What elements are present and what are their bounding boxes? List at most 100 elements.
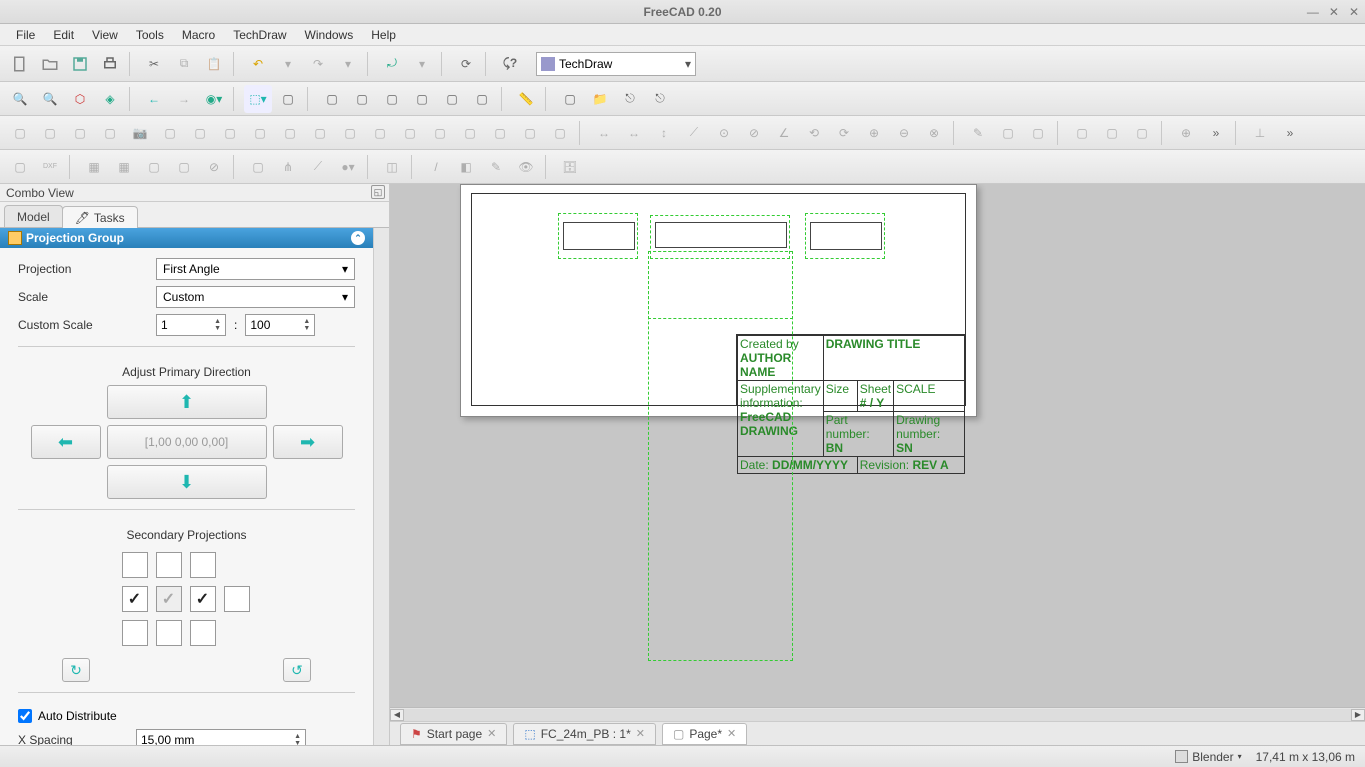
td-11[interactable]: ▢ [306,119,334,147]
custom-scale-num[interactable]: 1▲▼ [156,314,226,336]
td-16[interactable]: ▢ [456,119,484,147]
rotate-cw-button[interactable]: ↻ [62,658,90,682]
minimize-button[interactable]: — [1307,5,1319,19]
projection-select[interactable]: First Angle▾ [156,258,355,280]
tt-9[interactable]: ⋔ [274,153,302,181]
doctab-start[interactable]: ⚑Start page✕ [400,723,507,745]
eye-icon[interactable]: 👁 [512,153,540,181]
menu-edit[interactable]: Edit [45,26,82,44]
td-8[interactable]: ▢ [216,119,244,147]
view3-icon[interactable]: ▢ [378,85,406,113]
drawing-canvas[interactable]: Created byAUTHOR NAMEDRAWING TITLE Suppl… [390,184,1365,707]
dim-7[interactable]: ∠ [770,119,798,147]
proj-tl[interactable] [122,552,148,578]
tt-13[interactable]: / [422,153,450,181]
td-9[interactable]: ▢ [246,119,274,147]
refresh-icon[interactable]: ⤾ [378,50,406,78]
redo-dropdown-icon[interactable]: ▾ [334,50,362,78]
camera-icon[interactable]: 📷 [126,119,154,147]
td-1[interactable]: ▢ [6,119,34,147]
dim-11[interactable]: ⊖ [890,119,918,147]
close-tab-icon[interactable]: ✕ [636,727,645,740]
projection-view-right[interactable] [805,213,885,259]
collapse-icon[interactable]: ⌃ [351,231,365,245]
dir-left-button[interactable]: ⬅ [31,425,101,459]
pencil-icon[interactable]: ✎ [482,153,510,181]
tab-model[interactable]: Model [4,205,63,227]
auto-distribute-checkbox[interactable] [18,709,32,723]
td-6[interactable]: ▢ [156,119,184,147]
tt-dxf[interactable]: DXF [36,153,64,181]
link-nav-icon[interactable]: ◉▾ [200,85,228,113]
tt-5[interactable]: ▢ [140,153,168,181]
tt-1[interactable]: ▢ [6,153,34,181]
menu-windows[interactable]: Windows [297,26,362,44]
pop-out-icon[interactable]: ◱ [371,185,385,199]
td-19[interactable]: ▢ [546,119,574,147]
proj-bl[interactable] [122,620,148,646]
dim-2[interactable]: ↔ [620,119,648,147]
ann-1[interactable]: ✎ [964,119,992,147]
measure-icon[interactable]: 📏 [512,85,540,113]
menu-view[interactable]: View [84,26,126,44]
task-title-bar[interactable]: Projection Group ⌃ [0,228,373,248]
scale-select[interactable]: Custom▾ [156,286,355,308]
td-3[interactable]: ▢ [66,119,94,147]
proj-tr[interactable] [190,552,216,578]
save-icon[interactable] [66,50,94,78]
eraser-icon[interactable]: ◧ [452,153,480,181]
dim-8[interactable]: ⟲ [800,119,828,147]
dim-6[interactable]: ⊘ [740,119,768,147]
proj-bc[interactable] [156,620,182,646]
undo-dropdown-icon[interactable]: ▾ [274,50,302,78]
dir-up-button[interactable]: ⬆ [107,385,267,419]
refresh2-icon[interactable]: ⟳ [452,50,480,78]
workbench-selector[interactable]: TechDraw ▾ [536,52,696,76]
tt-12[interactable]: ◫ [378,153,406,181]
tt-8[interactable]: ▢ [244,153,272,181]
custom-scale-den[interactable]: 100▲▼ [245,314,315,336]
print-icon[interactable] [96,50,124,78]
nav-back-icon[interactable]: ← [140,85,168,113]
isometric-icon[interactable]: ⬚▾ [244,85,272,113]
refresh-dropdown-icon[interactable]: ▾ [408,50,436,78]
ext-1[interactable]: ⊕ [1172,119,1200,147]
bounding-box-icon[interactable]: ◈ [96,85,124,113]
doctab-model[interactable]: ⬚FC_24m_PB : 1*✕ [513,723,656,745]
menu-macro[interactable]: Macro [174,26,223,44]
part-icon[interactable]: ▢ [556,85,584,113]
menu-help[interactable]: Help [363,26,404,44]
new-file-icon[interactable] [6,50,34,78]
menu-techdraw[interactable]: TechDraw [225,26,294,44]
view4-icon[interactable]: ▢ [408,85,436,113]
ann-4[interactable]: ▢ [1068,119,1096,147]
view1-icon[interactable]: ▢ [318,85,346,113]
dim-1[interactable]: ↔ [590,119,618,147]
tab-tasks[interactable]: 🖊Tasks [62,206,138,228]
link-icon[interactable]: ⎋ [616,85,644,113]
doctab-page[interactable]: ▢Page*✕ [662,723,747,745]
horizontal-scrollbar[interactable]: ◀ ▶ [390,707,1365,721]
redo-icon[interactable]: ↷ [304,50,332,78]
close-button[interactable]: ✕ [1349,5,1359,19]
paste-icon[interactable]: 📋 [200,50,228,78]
td-10[interactable]: ▢ [276,119,304,147]
tt-db[interactable]: 🗄 [556,153,584,181]
tt-3[interactable]: ▦ [80,153,108,181]
td-12[interactable]: ▢ [336,119,364,147]
dim-3[interactable]: ↕ [650,119,678,147]
tt-10[interactable]: ⟋ [304,153,332,181]
dir-down-button[interactable]: ⬇ [107,465,267,499]
dim-4[interactable]: ⟋ [680,119,708,147]
projection-view-left[interactable] [558,213,638,259]
ext-2[interactable]: ⊥ [1246,119,1274,147]
td-13[interactable]: ▢ [366,119,394,147]
dim-9[interactable]: ⟳ [830,119,858,147]
view6-icon[interactable]: ▢ [468,85,496,113]
x-spacing-input[interactable]: 15,00 mm▲▼ [136,729,306,745]
overflow2-icon[interactable]: » [1276,119,1304,147]
td-4[interactable]: ▢ [96,119,124,147]
group-icon[interactable]: 📁 [586,85,614,113]
proj-tc[interactable] [156,552,182,578]
view2-icon[interactable]: ▢ [348,85,376,113]
